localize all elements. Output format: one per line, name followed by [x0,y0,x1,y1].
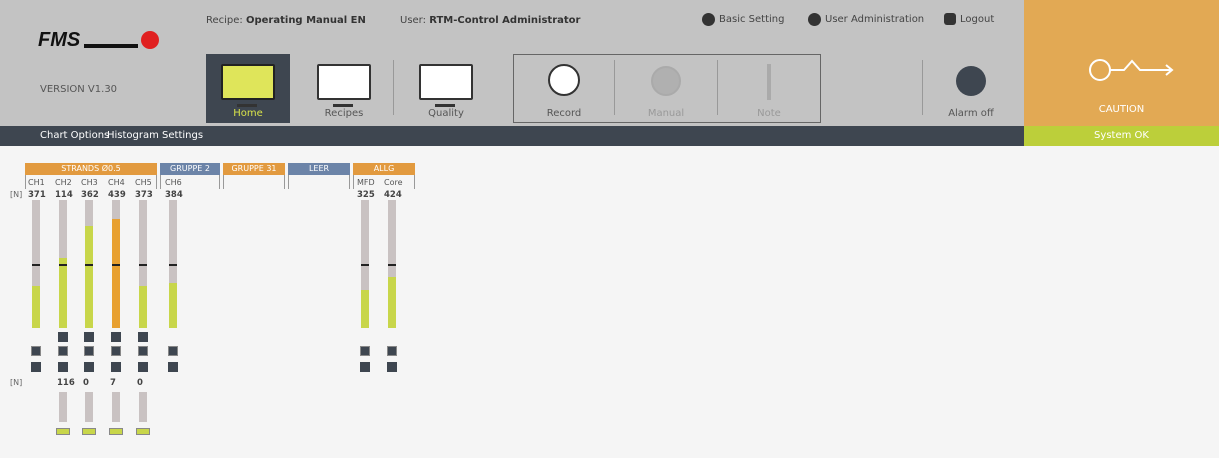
chart-icon [419,64,473,107]
nav-home-button[interactable]: Home [206,54,290,123]
version-label: VERSION V1.30 [40,84,118,95]
trend-icon[interactable] [58,346,68,356]
status-badge: System OK [1024,126,1219,146]
reset-r-icon[interactable] [58,362,68,372]
group-allg[interactable]: ALLG [353,163,415,175]
lower-bar [139,392,147,422]
unit-label: [N] [10,190,23,199]
reset-r-icon[interactable] [31,362,41,372]
group-gruppe-31[interactable]: GRUPPE 31 [223,163,285,175]
channel-value: 373 [135,190,153,200]
reset-icon[interactable] [138,332,148,342]
trend-icon[interactable] [387,346,397,356]
group-gruppe-2-frame [160,175,220,189]
fms-logo: FMS [38,29,159,51]
battery-icon [136,428,150,435]
reset-r-icon[interactable] [387,362,397,372]
channel-value: 439 [108,190,126,200]
channel-bar[interactable] [169,200,177,328]
manual-icon [651,66,681,96]
lock-icon [944,13,956,25]
reset-r-icon[interactable] [168,362,178,372]
basic-setting-link[interactable]: Basic Setting [702,13,784,26]
reset-r-icon[interactable] [138,362,148,372]
reset-icon[interactable] [58,332,68,342]
channel-value: 114 [55,190,73,200]
lower-bar [112,392,120,422]
unit-label-lower: [N] [10,378,23,387]
channel-bar[interactable] [139,200,147,328]
lower-bar [85,392,93,422]
record-icon [548,64,580,96]
pen-icon [767,64,771,100]
gear-icon [702,13,715,26]
lower-value: 0 [137,378,143,388]
reset-icon[interactable] [111,332,121,342]
trend-icon[interactable] [84,346,94,356]
alarm-separator [922,60,923,115]
channel-value: 384 [165,190,183,200]
logo-text: FMS [38,29,81,51]
logout-link[interactable]: Logout [944,13,994,25]
lower-value: 116 [57,378,75,388]
lower-value: 7 [110,378,116,388]
trend-icon[interactable] [360,346,370,356]
channel-bar[interactable] [361,200,369,328]
channel-bar[interactable] [59,200,67,328]
manual-separator [717,60,718,115]
channel-bar[interactable] [85,200,93,328]
lower-bar [59,392,67,422]
channel-value: 371 [28,190,46,200]
menu-bar: Chart Options Histogram Settings [0,126,1024,146]
user-icon [808,13,821,26]
group-gruppe-2[interactable]: GRUPPE 2 [160,163,220,175]
reset-r-icon[interactable] [360,362,370,372]
reset-r-icon[interactable] [111,362,121,372]
lower-value: 0 [83,378,89,388]
channel-bar[interactable] [112,200,120,328]
group-strands[interactable]: STRANDS Ø0.5 [25,163,157,175]
trend-icon[interactable] [168,346,178,356]
record-button[interactable]: Record [522,54,606,123]
battery-icon [109,428,123,435]
histogram-settings-menu[interactable]: Histogram Settings [107,126,203,146]
reset-r-icon[interactable] [84,362,94,372]
trend-icon[interactable] [111,346,121,356]
group-allg-frame [353,175,415,189]
home-icon [221,64,275,107]
channel-value: 424 [384,190,402,200]
alarm-off-button[interactable]: Alarm off [929,54,1013,123]
nav-recipes-button[interactable]: Recipes [302,54,386,123]
reset-icon[interactable] [84,332,94,342]
nav-quality-button[interactable]: Quality [404,54,488,123]
key-icon [1089,59,1174,81]
channel-bar[interactable] [388,200,396,328]
channel-bar[interactable] [32,200,40,328]
record-separator [614,60,615,115]
speaker-icon [956,66,986,96]
user-administration-link[interactable]: User Administration [808,13,924,26]
channel-value: 325 [357,190,375,200]
note-button[interactable]: Note [727,54,811,123]
trend-icon[interactable] [138,346,148,356]
recipe-indicator: Recipe: Operating Manual EN [206,15,366,26]
user-indicator: User: RTM-Control Administrator [400,15,581,26]
group-gruppe-31-frame [223,175,285,189]
battery-icon [82,428,96,435]
nav-separator [393,60,394,115]
group-leer[interactable]: LEER [288,163,350,175]
trend-icon[interactable] [31,346,41,356]
battery-icon [56,428,70,435]
chart-options-menu[interactable]: Chart Options [40,126,109,146]
group-leer-frame [288,175,350,189]
manual-button[interactable]: Manual [624,54,708,123]
group-strands-frame [25,175,157,189]
caution-label: CAUTION [1098,104,1145,115]
channel-value: 362 [81,190,99,200]
recipe-icon [317,64,371,107]
